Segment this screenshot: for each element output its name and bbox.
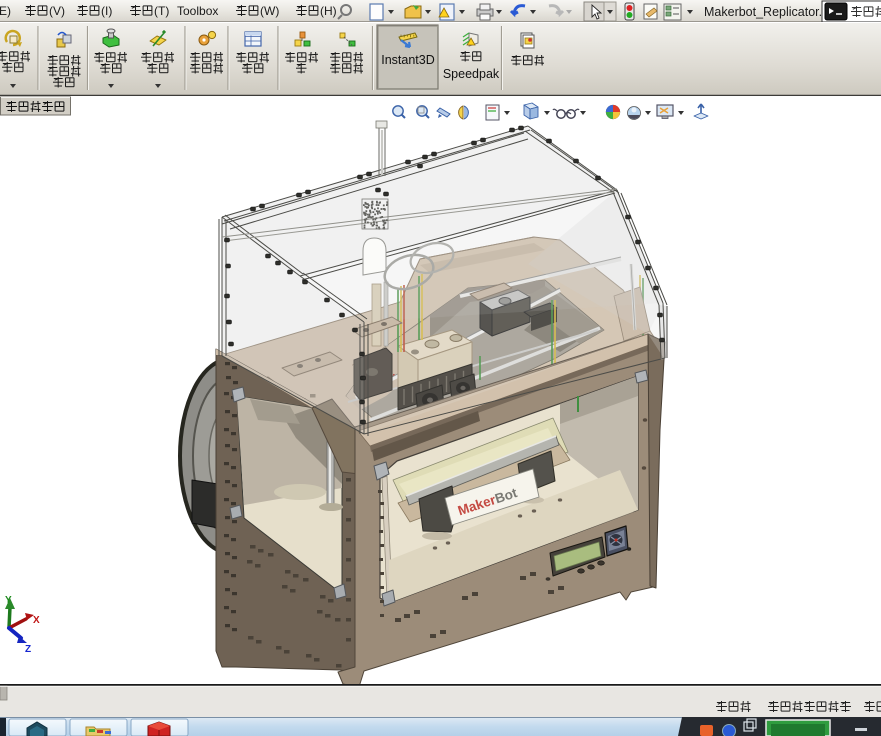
svg-text:(I): (I) — [101, 4, 112, 18]
svg-text:(T): (T) — [154, 4, 169, 18]
svg-text:Instant3D: Instant3D — [381, 53, 435, 67]
svg-text:Z: Z — [25, 644, 31, 655]
svg-text:Speedpak: Speedpak — [443, 67, 500, 81]
svg-text:E): E) — [0, 4, 11, 18]
svg-text:X: X — [33, 615, 40, 626]
svg-text:Y: Y — [5, 595, 12, 606]
svg-text:(H): (H) — [320, 4, 337, 18]
svg-text:Makerbot_Replicator...: Makerbot_Replicator... — [704, 5, 829, 19]
svg-text:Toolbox: Toolbox — [177, 4, 218, 18]
svg-text:(W): (W) — [260, 4, 279, 18]
svg-text:(V): (V) — [49, 4, 65, 18]
